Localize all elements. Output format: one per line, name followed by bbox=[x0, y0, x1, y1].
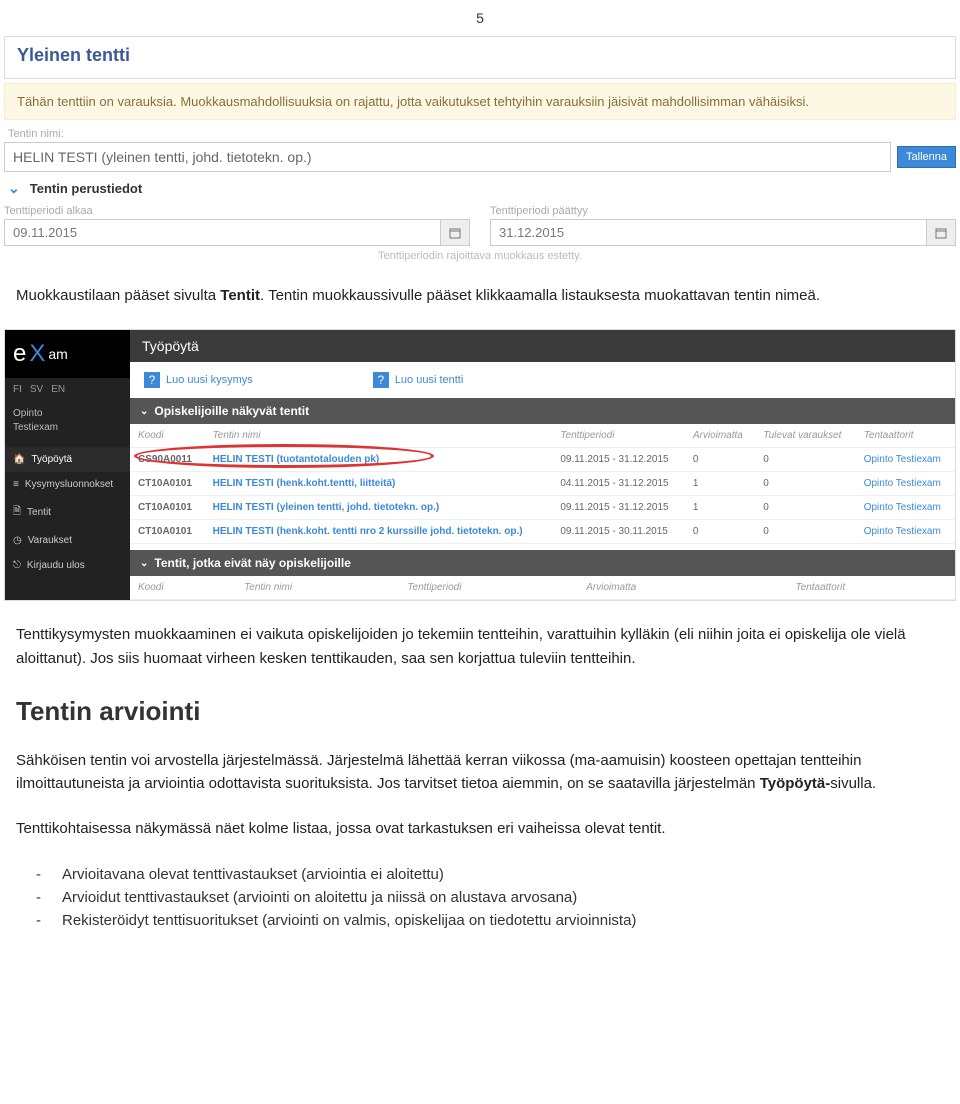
create-exam-button[interactable]: ? Luo uusi tentti bbox=[373, 372, 464, 388]
cell-code: CS90A0011 bbox=[130, 448, 205, 472]
paragraph-editing-effect: Tenttikysymysten muokkaaminen ei vaikuta… bbox=[16, 623, 944, 670]
cell-exam-name[interactable]: HELIN TESTI (yleinen tentti, johd. tieto… bbox=[205, 496, 553, 520]
document-icon: 🗎 bbox=[13, 504, 21, 521]
accordion-basic-info[interactable]: ⌄ Tentin perustiedot bbox=[0, 172, 960, 205]
chevron-down-icon: ⌄ bbox=[140, 558, 148, 569]
list-icon: ≡ bbox=[13, 479, 19, 490]
save-button[interactable]: Tallenna bbox=[897, 146, 956, 168]
warning-box: Tähän tenttiin on varauksia. Muokkausmah… bbox=[4, 83, 956, 120]
cell-examiner[interactable]: Opinto Testiexam bbox=[856, 520, 955, 544]
app-logo: eXam bbox=[5, 330, 130, 378]
accordion-title: Tentin perustiedot bbox=[30, 181, 142, 196]
cell-exam-name[interactable]: HELIN TESTI (henk.koht.tentti, liitteitä… bbox=[205, 472, 553, 496]
language-switch[interactable]: FISVEN bbox=[5, 378, 130, 401]
cell-upcoming: 0 bbox=[755, 472, 855, 496]
plus-icon: ? bbox=[144, 372, 160, 388]
table-row: CT10A0101 HELIN TESTI (henk.koht. tentti… bbox=[130, 520, 955, 544]
paragraph-three-lists: Tenttikohtaisessa näkymässä näet kolme l… bbox=[16, 817, 944, 840]
heading-assessment: Tentin arviointi bbox=[16, 696, 944, 727]
paragraph-edit-mode: Muokkaustilaan pääset sivulta Tentit. Te… bbox=[16, 284, 944, 307]
exam-type-title: Yleinen tentti bbox=[17, 45, 943, 66]
exam-name-input[interactable] bbox=[4, 142, 891, 172]
cell-period: 09.11.2015 - 30.11.2015 bbox=[552, 520, 685, 544]
cell-examiner[interactable]: Opinto Testiexam bbox=[856, 472, 955, 496]
sidebar-item-reservations[interactable]: ◷ Varaukset bbox=[5, 528, 130, 553]
cell-upcoming: 0 bbox=[755, 520, 855, 544]
cell-examiner[interactable]: Opinto Testiexam bbox=[856, 448, 955, 472]
sidebar-item-logout[interactable]: ⎋ Kirjaudu ulos bbox=[5, 553, 130, 578]
cell-upcoming: 0 bbox=[755, 448, 855, 472]
cell-pending: 1 bbox=[685, 496, 755, 520]
cell-exam-name[interactable]: HELIN TESTI (henk.koht. tentti nro 2 kur… bbox=[205, 520, 553, 544]
table-row: CT10A0101 HELIN TESTI (henk.koht.tentti,… bbox=[130, 472, 955, 496]
page-number: 5 bbox=[0, 10, 960, 26]
cell-examiner[interactable]: Opinto Testiexam bbox=[856, 496, 955, 520]
list-item: -Rekisteröidyt tenttisuoritukset (arvioi… bbox=[36, 909, 924, 932]
cell-period: 04.11.2015 - 31.12.2015 bbox=[552, 472, 685, 496]
cell-upcoming: 0 bbox=[755, 496, 855, 520]
period-end-label: Tenttiperiodi päättyy bbox=[490, 205, 956, 217]
cell-pending: 0 bbox=[685, 520, 755, 544]
exam-name-label: Tentin nimi: bbox=[8, 128, 952, 140]
calendar-icon[interactable] bbox=[440, 220, 469, 245]
cell-code: CT10A0101 bbox=[130, 520, 205, 544]
period-start-label: Tenttiperiodi alkaa bbox=[4, 205, 470, 217]
chevron-down-icon: ⌄ bbox=[8, 180, 20, 197]
table-row: CS90A0011 HELIN TESTI (tuotantotalouden … bbox=[130, 448, 955, 472]
visible-exams-table: KoodiTentin nimiTenttiperiodiArvioimatta… bbox=[130, 424, 955, 544]
cell-code: CT10A0101 bbox=[130, 472, 205, 496]
list-item: -Arvioitavana olevat tenttivastaukset (a… bbox=[36, 863, 924, 886]
section-hidden-exams[interactable]: ⌄ Tentit, jotka eivät näy opiskelijoille bbox=[130, 550, 955, 576]
cell-pending: 1 bbox=[685, 472, 755, 496]
section-visible-exams[interactable]: ⌄ Opiskelijoille näkyvät tentit bbox=[130, 398, 955, 424]
paragraph-assessment-intro: Sähköisen tentin voi arvostella järjeste… bbox=[16, 749, 944, 796]
calendar-icon[interactable] bbox=[926, 220, 955, 245]
dashboard-screenshot: eXam FISVEN OpintoTestiexam 🏠 Työpöytä ≡… bbox=[4, 329, 956, 601]
clock-icon: ◷ bbox=[13, 535, 22, 546]
logout-icon: ⎋ bbox=[13, 560, 21, 571]
sidebar: eXam FISVEN OpintoTestiexam 🏠 Työpöytä ≡… bbox=[5, 330, 130, 600]
dashboard-title: Työpöytä bbox=[130, 330, 955, 362]
cell-exam-name[interactable]: HELIN TESTI (tuotantotalouden pk) bbox=[205, 448, 553, 472]
create-question-button[interactable]: ? Luo uusi kysymys bbox=[144, 372, 253, 388]
exam-type-banner: Yleinen tentti bbox=[4, 36, 956, 79]
sidebar-item-drafts[interactable]: ≡ Kysymysluonnokset bbox=[5, 472, 130, 497]
period-end-input[interactable] bbox=[491, 220, 926, 245]
table-row: CT10A0101 HELIN TESTI (yleinen tentti, j… bbox=[130, 496, 955, 520]
home-icon: 🏠 bbox=[13, 454, 25, 465]
sidebar-item-exams[interactable]: 🗎 Tentit bbox=[5, 497, 130, 528]
plus-icon: ? bbox=[373, 372, 389, 388]
hidden-exams-table: KoodiTentin nimiTenttiperiodiArvioimatta… bbox=[130, 576, 955, 600]
cell-code: CT10A0101 bbox=[130, 496, 205, 520]
sidebar-item-dashboard[interactable]: 🏠 Työpöytä bbox=[5, 447, 130, 472]
period-start-input[interactable] bbox=[5, 220, 440, 245]
assessment-list: -Arvioitavana olevat tenttivastaukset (a… bbox=[36, 863, 924, 933]
list-item: -Arvioidut tenttivastaukset (arviointi o… bbox=[36, 886, 924, 909]
cell-period: 09.11.2015 - 31.12.2015 bbox=[552, 448, 685, 472]
chevron-down-icon: ⌄ bbox=[140, 406, 148, 417]
cell-period: 09.11.2015 - 31.12.2015 bbox=[552, 496, 685, 520]
restriction-note: Tenttiperiodin rajoittava muokkaus estet… bbox=[0, 250, 960, 262]
current-user: OpintoTestiexam bbox=[5, 401, 130, 441]
cell-pending: 0 bbox=[685, 448, 755, 472]
